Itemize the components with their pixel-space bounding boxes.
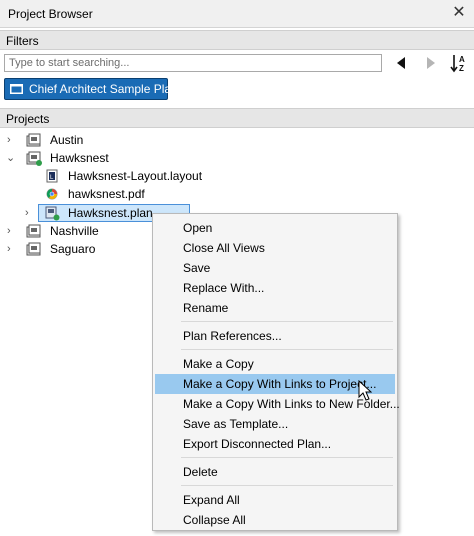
menu-separator — [181, 321, 393, 322]
expand-arrow-icon[interactable]: › — [7, 133, 17, 147]
expand-arrow-icon[interactable]: › — [7, 224, 17, 238]
projects-header-label: Projects — [6, 112, 50, 126]
tree-item-label: Hawksnest-Layout.layout — [68, 169, 203, 183]
menu-item-label: Make a Copy — [183, 357, 254, 371]
menu-separator — [181, 349, 393, 350]
search-input[interactable] — [4, 54, 382, 72]
tree-item-label: hawksnest.pdf — [68, 187, 145, 201]
menu-item-rename[interactable]: Rename — [155, 298, 395, 318]
plan-file-icon — [45, 206, 60, 221]
menu-separator — [181, 485, 393, 486]
tree-item-layout-file[interactable]: L Hawksnest-Layout.layout — [0, 167, 474, 185]
projects-header: Projects — [0, 108, 474, 128]
tree-item-label: Saguaro — [50, 242, 96, 256]
menu-item-open[interactable]: Open — [155, 218, 395, 238]
filters-header: Filters — [0, 30, 474, 50]
title-bar: Project Browser ✕ — [0, 0, 474, 28]
project-folder-icon — [26, 133, 41, 147]
menu-item-label: Save — [183, 261, 211, 275]
project-folder-icon — [26, 151, 42, 166]
tree-item-label: Hawksnest.plan — [68, 206, 153, 220]
menu-item-plan-references[interactable]: Plan References... — [155, 326, 395, 346]
project-folder-icon — [26, 224, 41, 238]
menu-item-label: Close All Views — [183, 241, 265, 255]
menu-item-label: Plan References... — [183, 329, 282, 343]
tree-item-label: Austin — [50, 133, 84, 147]
menu-item-make-a-copy[interactable]: Make a Copy — [155, 354, 395, 374]
menu-item-replace-with[interactable]: Replace With... — [155, 278, 395, 298]
menu-item-expand-all[interactable]: Expand All — [155, 490, 395, 510]
menu-item-save-as-template[interactable]: Save as Template... — [155, 414, 395, 434]
menu-item-label: Replace With... — [183, 281, 265, 295]
forward-arrow-icon — [427, 57, 435, 69]
menu-item-save[interactable]: Save — [155, 258, 395, 278]
menu-item-label: Delete — [183, 465, 218, 479]
menu-item-export-disconnected[interactable]: Export Disconnected Plan... — [155, 434, 395, 454]
tree-item-hawksnest[interactable]: ⌄ Hawksnest — [0, 149, 474, 167]
menu-item-label: Open — [183, 221, 213, 235]
filters-header-label: Filters — [6, 34, 39, 48]
close-icon[interactable]: ✕ — [450, 4, 468, 22]
menu-item-label: Export Disconnected Plan... — [183, 437, 332, 451]
menu-item-label: Save as Template... — [183, 417, 289, 431]
menu-separator — [181, 457, 393, 458]
menu-item-label: Rename — [183, 301, 229, 315]
context-menu: Open Close All Views Save Replace With..… — [152, 213, 400, 531]
pdf-file-icon — [46, 188, 58, 200]
svg-text:Z: Z — [459, 64, 464, 73]
sort-button[interactable]: A Z — [448, 52, 470, 74]
svg-text:A: A — [459, 55, 465, 64]
forward-button[interactable] — [420, 52, 440, 74]
back-button[interactable] — [392, 52, 412, 74]
library-button[interactable]: Chief Architect Sample Plans — [4, 78, 184, 100]
window-title: Project Browser — [8, 7, 93, 21]
menu-item-label: Collapse All — [183, 513, 246, 527]
tree-item-pdf-file[interactable]: hawksnest.pdf — [0, 185, 474, 203]
menu-item-label: Make a Copy With Links to Project... — [183, 377, 377, 391]
expand-arrow-icon[interactable]: › — [7, 242, 17, 256]
sort-az-icon: A Z — [450, 55, 465, 73]
library-button-label: Chief Architect Sample Plans — [29, 82, 184, 96]
folder-icon — [10, 84, 23, 94]
menu-item-collapse-all[interactable]: Collapse All — [155, 510, 395, 530]
tree-item-austin[interactable]: › Austin — [0, 131, 474, 149]
tree-item-label: Hawksnest — [50, 151, 109, 165]
tree-item-label: Nashville — [50, 224, 99, 238]
menu-item-label: Expand All — [183, 493, 240, 507]
collapse-arrow-icon[interactable]: ⌄ — [6, 151, 16, 165]
expand-arrow-icon[interactable]: › — [25, 206, 35, 220]
back-arrow-icon — [397, 57, 405, 69]
menu-item-delete[interactable]: Delete — [155, 462, 395, 482]
menu-item-close-all-views[interactable]: Close All Views — [155, 238, 395, 258]
layout-file-icon: L — [46, 169, 58, 183]
project-folder-icon — [26, 242, 41, 256]
mouse-cursor-icon — [358, 380, 372, 401]
